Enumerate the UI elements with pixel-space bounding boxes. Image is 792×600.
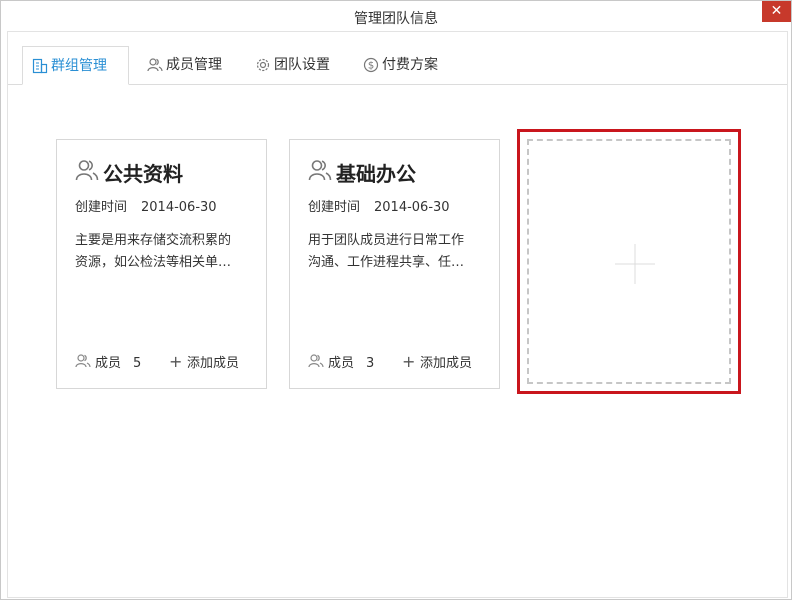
group-name: 基础办公 bbox=[336, 162, 416, 186]
members-count: 3 bbox=[366, 356, 375, 371]
tab-member-management[interactable]: 成员管理 bbox=[138, 46, 222, 84]
tab-payment-plan[interactable]: $ 付费方案 bbox=[354, 46, 438, 84]
window-title: 管理团队信息 bbox=[354, 11, 438, 27]
plus-icon bbox=[615, 244, 655, 284]
members-count: 5 bbox=[133, 356, 142, 371]
plus-icon: + bbox=[169, 352, 183, 371]
group-description: 用于团队成员进行日常工作 沟通、工作进程共享、任… bbox=[308, 230, 484, 274]
people-icon bbox=[147, 58, 163, 72]
members-label: 成员 bbox=[328, 356, 355, 371]
tab-label: 群组管理 bbox=[51, 58, 107, 74]
description-line: 用于团队成员进行日常工作 bbox=[308, 233, 465, 248]
content-panel: 群组管理 成员管理 团队设置 $ 付费方案 公共资料 创建时间 2014-06-… bbox=[7, 31, 788, 598]
tab-label: 付费方案 bbox=[382, 57, 438, 73]
add-member-button[interactable]: + 添加成员 bbox=[169, 352, 239, 371]
gear-icon bbox=[256, 58, 270, 72]
people-icon bbox=[75, 354, 91, 368]
dialog-window: 管理团队信息 ✕ 群组管理 成员管理 团队设置 $ 付费方案 公共资料 创建时间… bbox=[0, 0, 792, 600]
add-member-label: 添加成员 bbox=[420, 356, 473, 371]
group-card-public[interactable]: 公共资料 创建时间 2014-06-30 主要是用来存储交流积累的 资源，如公检法… bbox=[56, 139, 267, 389]
tab-team-settings[interactable]: 团队设置 bbox=[246, 46, 330, 84]
tab-label: 团队设置 bbox=[274, 57, 330, 73]
members-label: 成员 bbox=[95, 356, 122, 371]
created-info: 创建时间 2014-06-30 bbox=[75, 196, 217, 215]
add-member-button[interactable]: + 添加成员 bbox=[402, 352, 472, 371]
member-count: 成员 3 bbox=[308, 352, 374, 371]
plus-icon: + bbox=[402, 352, 416, 371]
tab-group-management[interactable]: 群组管理 bbox=[22, 46, 129, 85]
group-name: 公共资料 bbox=[103, 162, 183, 186]
created-date: 2014-06-30 bbox=[141, 200, 217, 215]
add-member-label: 添加成员 bbox=[187, 356, 240, 371]
created-label: 创建时间 bbox=[308, 200, 361, 215]
tab-bar: 群组管理 成员管理 团队设置 $ 付费方案 bbox=[8, 32, 787, 85]
group-description: 主要是用来存储交流积累的 资源，如公检法等相关单… bbox=[75, 230, 251, 274]
close-button[interactable]: ✕ bbox=[762, 1, 791, 22]
group-people-icon bbox=[308, 160, 332, 181]
close-icon: ✕ bbox=[770, 3, 783, 19]
created-info: 创建时间 2014-06-30 bbox=[308, 196, 450, 215]
tab-label: 成员管理 bbox=[166, 57, 222, 73]
new-group-highlight bbox=[517, 129, 741, 394]
dollar-circle-icon: $ bbox=[363, 57, 379, 73]
description-line: 沟通、工作进程共享、任… bbox=[308, 255, 465, 270]
group-people-icon bbox=[75, 160, 99, 181]
created-date: 2014-06-30 bbox=[374, 200, 450, 215]
svg-text:$: $ bbox=[368, 61, 374, 72]
group-card-basic-office[interactable]: 基础办公 创建时间 2014-06-30 用于团队成员进行日常工作 沟通、工作进程… bbox=[289, 139, 500, 389]
people-icon bbox=[308, 354, 324, 368]
description-line: 主要是用来存储交流积累的 bbox=[75, 233, 232, 248]
member-count: 成员 5 bbox=[75, 352, 141, 371]
description-line: 资源，如公检法等相关单… bbox=[75, 255, 232, 270]
building-icon bbox=[32, 58, 48, 74]
new-group-button[interactable] bbox=[527, 139, 731, 384]
created-label: 创建时间 bbox=[75, 200, 128, 215]
title-bar: 管理团队信息 ✕ bbox=[1, 1, 791, 31]
